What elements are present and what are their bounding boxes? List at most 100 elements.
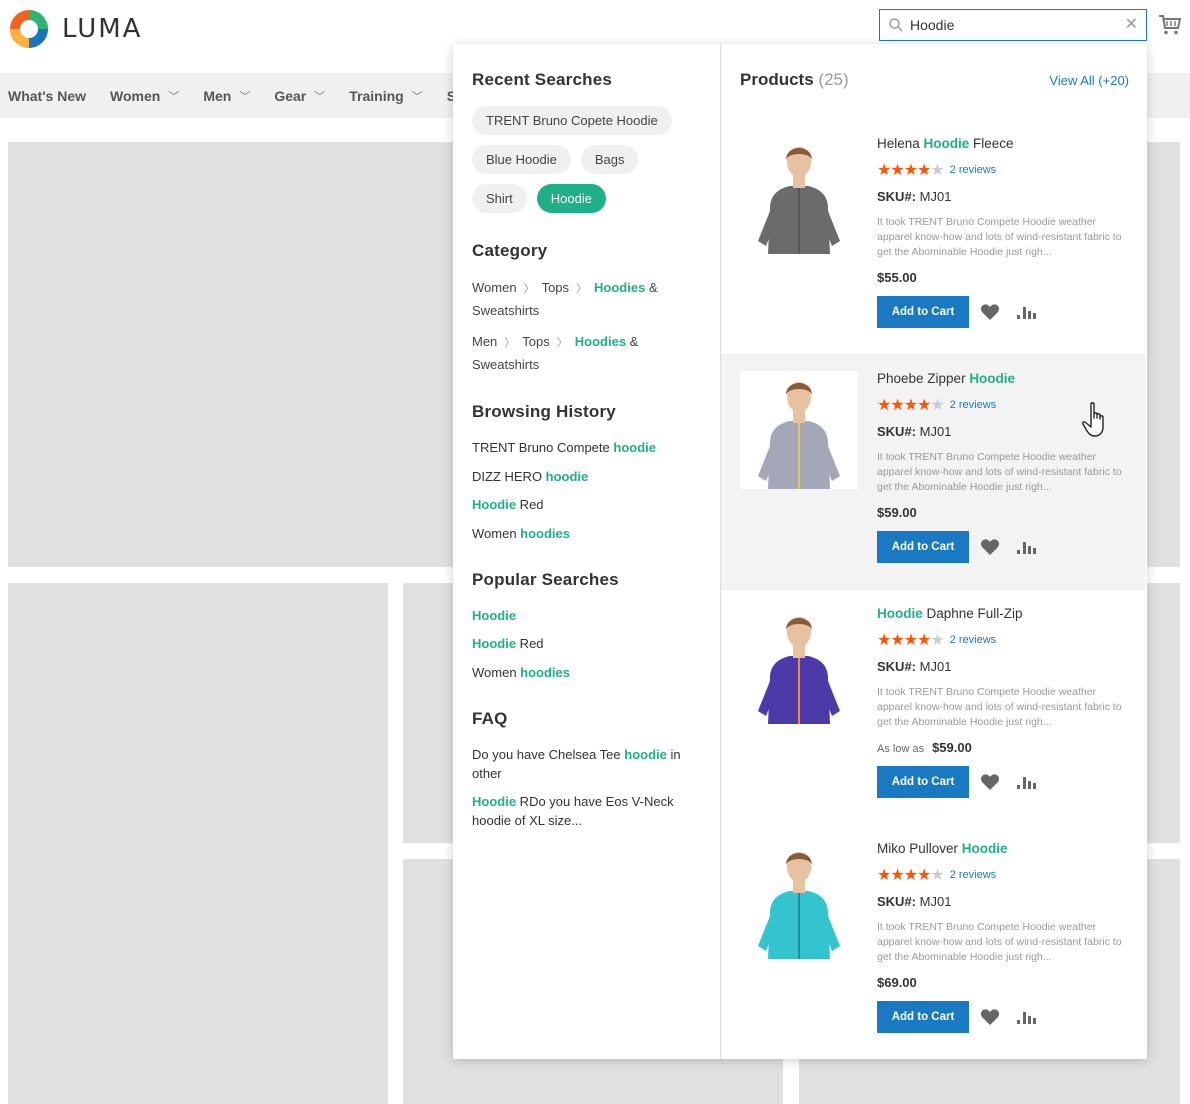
- history-highlight: hoodie: [545, 468, 589, 484]
- nav-item-men[interactable]: Men ﹀: [203, 88, 250, 104]
- sku-label: SKU#:: [877, 424, 917, 439]
- history-item[interactable]: Women hoodies: [472, 524, 701, 544]
- product-image[interactable]: [740, 606, 858, 724]
- product-name-highlight: Hoodie: [961, 841, 1008, 856]
- product-name-link[interactable]: Phoebe Zipper Hoodie: [877, 371, 1129, 386]
- search-box[interactable]: ✕: [879, 9, 1147, 41]
- history-text: TRENT Bruno Compete: [472, 440, 614, 455]
- products-count: (25): [818, 70, 849, 89]
- product-name-link[interactable]: Helena Hoodie Fleece: [877, 136, 1129, 151]
- product-actions: Add to Cart: [877, 296, 1129, 328]
- product-name-highlight: Hoodie: [877, 606, 923, 621]
- nav-item-women[interactable]: Women ﹀: [110, 88, 179, 104]
- history-highlight: hoodies: [520, 525, 571, 541]
- history-text: DIZZ HERO: [472, 468, 546, 484]
- category-crumb: Women: [472, 280, 517, 295]
- sku-label: SKU#:: [877, 659, 917, 674]
- cart-icon[interactable]: [1158, 14, 1182, 36]
- nav-item-whats-new[interactable]: What's New: [8, 88, 86, 104]
- category-crumb: Men: [472, 334, 498, 349]
- compare-icon[interactable]: [1016, 304, 1036, 320]
- compare-icon[interactable]: [1016, 774, 1036, 790]
- search-input[interactable]: [910, 17, 1125, 33]
- product-photo-icon: [740, 136, 858, 254]
- category-crumb: Tops: [522, 334, 550, 349]
- compare-icon[interactable]: [1016, 1009, 1036, 1025]
- recent-search-chip[interactable]: Shirt: [472, 184, 527, 213]
- product-info: Miko Pullover Hoodie ★★★★★ 2 reviews SKU#: …: [877, 841, 1129, 1033]
- chevron-right-icon: 〉: [576, 283, 588, 295]
- product-sku: SKU#: MJ01: [877, 189, 1129, 204]
- price-value: $59.00: [932, 740, 972, 755]
- add-to-cart-button[interactable]: Add to Cart: [877, 296, 969, 328]
- rating-row: ★★★★★ 2 reviews: [877, 160, 1129, 180]
- search-icon: [889, 18, 903, 32]
- reviews-link[interactable]: 2 reviews: [950, 399, 996, 411]
- faq-item[interactable]: Hoodie RDo you have Eos V-Neck hoodie of…: [472, 792, 701, 830]
- faq-item[interactable]: Do you have Chelsea Tee hoodie in other: [472, 745, 701, 783]
- category-rest: &: [645, 280, 658, 295]
- product-name-link[interactable]: Hoodie Daphne Full-Zip: [877, 606, 1129, 621]
- compare-icon[interactable]: [1016, 539, 1036, 555]
- add-to-cart-button[interactable]: Add to Cart: [877, 1001, 969, 1033]
- luma-logo-icon: [10, 10, 48, 48]
- heart-icon[interactable]: [980, 538, 1000, 556]
- rating-row: ★★★★★ 2 reviews: [877, 865, 1129, 885]
- recent-search-chip[interactable]: Blue Hoodie: [472, 145, 571, 174]
- product-name-text: Helena: [877, 136, 924, 151]
- product-image[interactable]: [740, 371, 858, 489]
- sku-value: MJ01: [919, 894, 952, 909]
- add-to-cart-button[interactable]: Add to Cart: [877, 766, 969, 798]
- product-image[interactable]: [740, 841, 858, 959]
- faq-highlight: Hoodie: [472, 793, 517, 809]
- star-rating-icon: ★★★★★: [877, 867, 945, 884]
- popular-search-item[interactable]: Hoodie Red: [472, 634, 701, 654]
- popular-searches-section: Popular Searches Hoodie Hoodie Red Women…: [472, 570, 701, 683]
- category-path[interactable]: Women 〉 Tops 〉 Hoodies & Sweatshirts: [472, 277, 701, 322]
- chevron-right-icon: 〉: [556, 337, 568, 349]
- reviews-link[interactable]: 2 reviews: [950, 869, 996, 881]
- product-card[interactable]: Hoodie Daphne Full-Zip ★★★★★ 2 reviews SKU#…: [721, 589, 1146, 825]
- history-item[interactable]: Hoodie Red: [472, 495, 701, 515]
- faq-title: FAQ: [472, 708, 508, 728]
- product-description: It took TRENT Bruno Compete Hoodie weath…: [877, 686, 1122, 728]
- view-all-link[interactable]: View All (+20): [1049, 73, 1129, 88]
- close-icon[interactable]: ✕: [1125, 17, 1138, 33]
- products-title: Products (25): [740, 70, 849, 90]
- popular-text: Red: [516, 636, 544, 651]
- nav-label: Training: [349, 87, 404, 104]
- add-to-cart-button[interactable]: Add to Cart: [877, 531, 969, 563]
- price-value: $59.00: [877, 505, 917, 520]
- popular-searches-title: Popular Searches: [472, 569, 619, 589]
- recent-search-chip[interactable]: Bags: [580, 145, 639, 174]
- popular-search-item[interactable]: Women hoodies: [472, 663, 701, 683]
- reviews-link[interactable]: 2 reviews: [950, 164, 996, 176]
- nav-item-gear[interactable]: Gear ﹀: [274, 88, 325, 104]
- nav-label: What's New: [8, 87, 87, 104]
- product-card[interactable]: Miko Pullover Hoodie ★★★★★ 2 reviews SKU#: …: [721, 824, 1146, 1060]
- product-card[interactable]: Helena Hoodie Fleece ★★★★★ 2 reviews SKU#: …: [721, 119, 1146, 355]
- logo[interactable]: LUMA: [8, 8, 142, 50]
- popular-text: Women: [472, 664, 521, 680]
- heart-icon[interactable]: [980, 303, 1000, 321]
- heart-icon[interactable]: [980, 773, 1000, 791]
- product-description: It took TRENT Bruno Compete Hoodie weath…: [877, 451, 1122, 493]
- product-card[interactable]: Phoebe Zipper Hoodie ★★★★★ 2 reviews SKU#: …: [721, 354, 1146, 590]
- nav-item-training[interactable]: Training ﹀: [349, 88, 422, 104]
- history-item[interactable]: TRENT Bruno Compete hoodie: [472, 438, 701, 458]
- history-item[interactable]: DIZZ HERO hoodie: [472, 467, 701, 487]
- reviews-link[interactable]: 2 reviews: [950, 634, 996, 646]
- product-name-highlight: Hoodie: [923, 136, 970, 151]
- category-crumb: Sweatshirts: [472, 303, 540, 318]
- heart-icon[interactable]: [980, 1008, 1000, 1026]
- product-name-link[interactable]: Miko Pullover Hoodie: [877, 841, 1129, 856]
- browsing-history-section: Browsing History TRENT Bruno Compete hoo…: [472, 402, 701, 544]
- rating-row: ★★★★★ 2 reviews: [877, 630, 1129, 650]
- category-path[interactable]: Men 〉 Tops 〉 Hoodies & Sweatshirts: [472, 331, 701, 376]
- history-text: Red: [516, 497, 544, 512]
- recent-search-chip-active[interactable]: Hoodie: [536, 184, 606, 213]
- product-image[interactable]: [740, 136, 858, 254]
- popular-search-item[interactable]: Hoodie: [472, 606, 701, 626]
- star-rating-icon: ★★★★★: [877, 632, 945, 649]
- recent-search-chip[interactable]: TRENT Bruno Copete Hoodie: [472, 106, 672, 135]
